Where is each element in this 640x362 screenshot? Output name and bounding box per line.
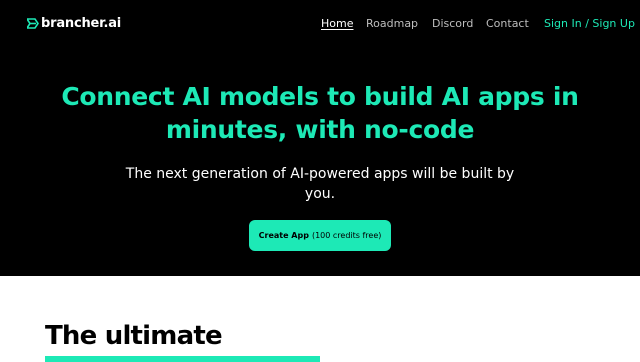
title-highlight-bar — [45, 356, 320, 362]
create-app-label: Create App — [258, 231, 309, 240]
brand-logo[interactable]: brancher.ai — [27, 16, 121, 31]
brand-name: brancher.ai — [41, 16, 122, 31]
hero-section: brancher.ai Home Roadmap Discord Contact… — [0, 0, 640, 276]
nav-home-link[interactable]: Home — [321, 17, 353, 30]
hero-headline: Connect AI models to build AI apps in mi… — [61, 82, 579, 144]
nav-contact-link[interactable]: Contact — [486, 17, 529, 30]
create-app-button[interactable]: Create App (100 credits free) — [249, 220, 391, 251]
hero-subheadline: The next generation of AI-powered apps w… — [125, 166, 515, 202]
nav-discord-link[interactable]: Discord — [432, 17, 473, 30]
nav-roadmap-link[interactable]: Roadmap — [366, 17, 418, 30]
lightning-icon — [27, 18, 39, 29]
credits-note: (100 credits free) — [311, 231, 382, 240]
section-title: The ultimate — [45, 321, 223, 351]
signin-signup-link[interactable]: Sign In / Sign Up — [544, 17, 635, 30]
